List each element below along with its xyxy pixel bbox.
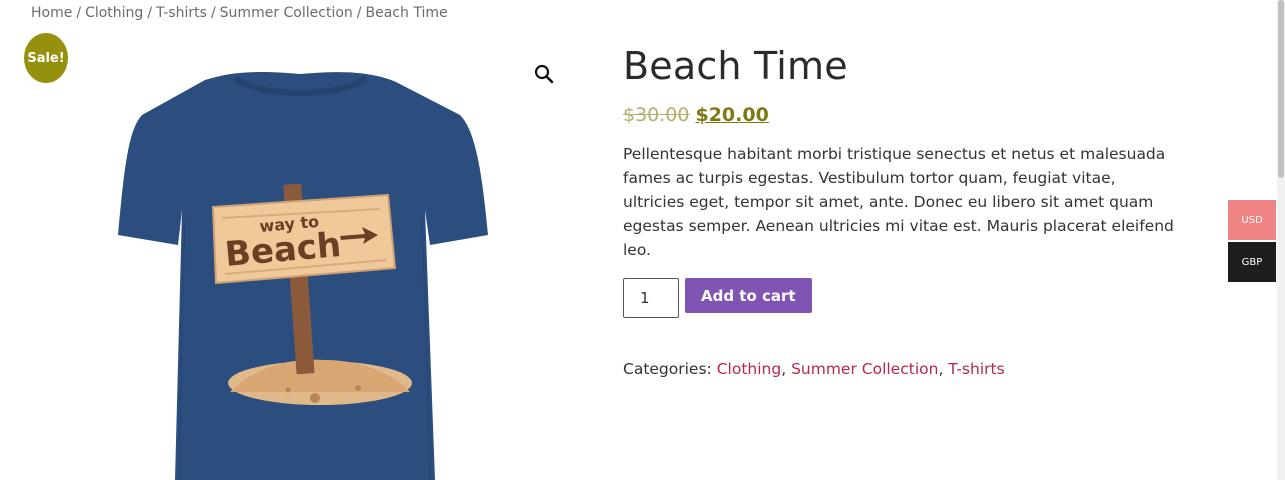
product-title: Beach Time xyxy=(623,44,848,88)
category-link-t-shirts[interactable]: T-shirts xyxy=(948,360,1004,378)
price-old: $30.00 xyxy=(623,104,690,126)
currency-switcher: USD GBP xyxy=(1228,200,1276,284)
price: $30.00 $20.00 xyxy=(623,104,1183,126)
scrollbar[interactable] xyxy=(1277,0,1285,480)
add-to-cart-form: Add to cart xyxy=(623,278,1183,318)
currency-gbp-button[interactable]: GBP xyxy=(1228,242,1276,282)
product-description: Pellentesque habitant morbi tristique se… xyxy=(623,145,1174,259)
product-summary: Beach Time $30.00 $20.00 Pellentesque hab… xyxy=(623,40,1183,378)
scrollbar-thumb[interactable] xyxy=(1278,0,1284,178)
product-gallery: Sale! way to Beach xyxy=(0,0,580,480)
currency-usd-button[interactable]: USD xyxy=(1228,200,1276,240)
search-icon[interactable] xyxy=(532,62,556,86)
product-image[interactable]: way to Beach xyxy=(110,70,490,480)
sale-badge: Sale! xyxy=(24,33,68,83)
categories-label: Categories: xyxy=(623,360,712,378)
price-new: $20.00 xyxy=(695,104,769,126)
add-to-cart-button[interactable]: Add to cart xyxy=(685,278,812,313)
product-categories: Categories: Clothing, Summer Collection,… xyxy=(623,360,1005,378)
category-link-clothing[interactable]: Clothing xyxy=(717,360,781,378)
category-link-summer-collection[interactable]: Summer Collection xyxy=(791,360,938,378)
quantity-input[interactable] xyxy=(623,278,679,318)
